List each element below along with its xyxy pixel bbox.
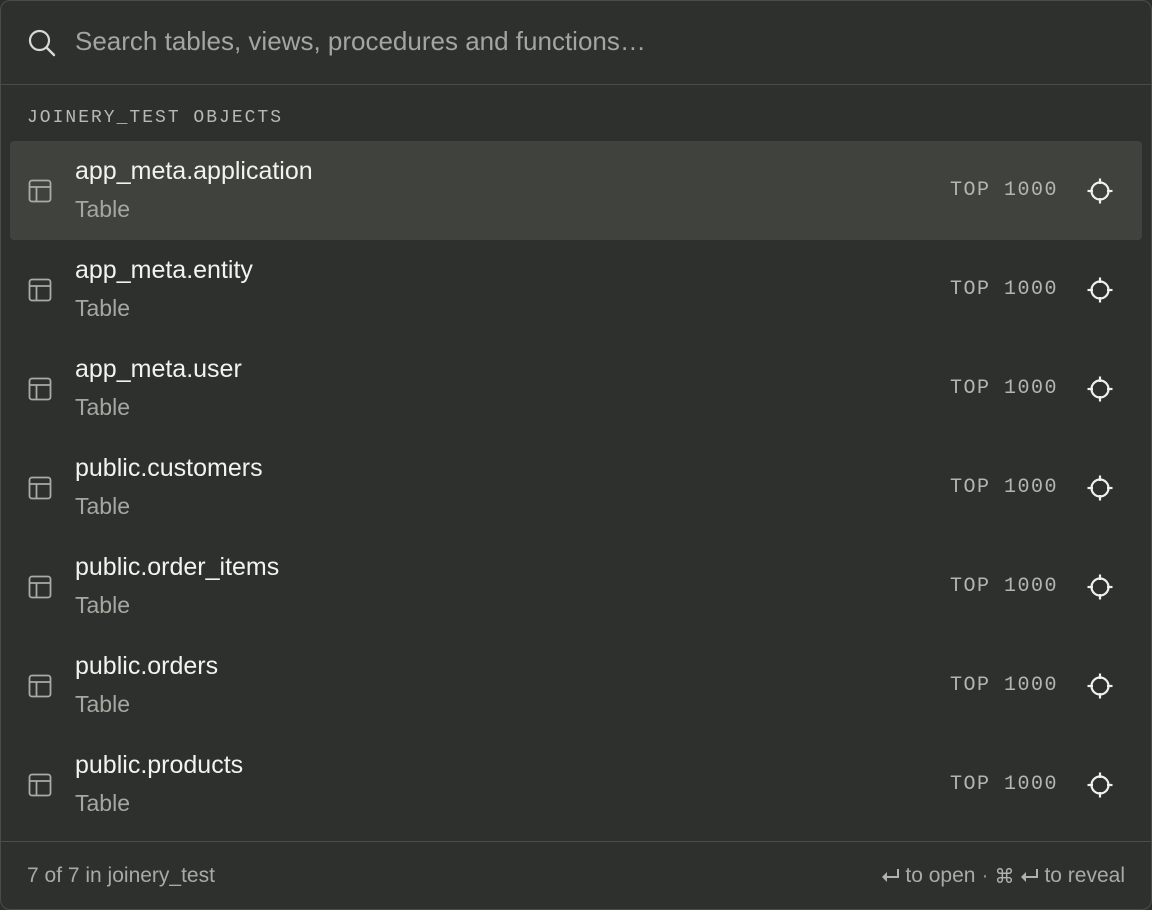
- object-list: app_meta.application Table TOP 1000 app_…: [10, 141, 1142, 834]
- item-kind: Table: [75, 394, 130, 420]
- search-bar: [1, 1, 1151, 85]
- item-kind: Table: [75, 493, 130, 519]
- item-name: app_meta.user: [75, 355, 242, 383]
- table-icon: [28, 278, 52, 302]
- open-hint: to open: [905, 863, 976, 887]
- crosshair-icon[interactable]: [1086, 177, 1114, 205]
- item-kind: Table: [75, 592, 130, 618]
- item-kind: Table: [75, 196, 130, 222]
- item-kind: Table: [75, 691, 130, 717]
- list-item[interactable]: public.orders Table TOP 1000: [10, 636, 1142, 735]
- list-item[interactable]: public.order_items Table TOP 1000: [10, 537, 1142, 636]
- table-icon: [28, 575, 52, 599]
- result-count: 7 of 7 in joinery_test: [27, 863, 215, 887]
- list-item[interactable]: public.products Table TOP 1000: [10, 735, 1142, 834]
- list-item[interactable]: public.customers Table TOP 1000: [10, 438, 1142, 537]
- top-1000-button[interactable]: TOP 1000: [950, 575, 1058, 598]
- top-1000-button[interactable]: TOP 1000: [950, 377, 1058, 400]
- top-1000-button[interactable]: TOP 1000: [950, 476, 1058, 499]
- return-key-icon: [1018, 868, 1040, 884]
- command-key-icon: ⌘: [994, 863, 1015, 888]
- top-1000-button[interactable]: TOP 1000: [950, 674, 1058, 697]
- item-name: app_meta.entity: [75, 256, 253, 284]
- top-1000-button[interactable]: TOP 1000: [950, 773, 1058, 796]
- table-icon: [28, 179, 52, 203]
- item-name: public.customers: [75, 454, 263, 482]
- search-input[interactable]: [75, 26, 1151, 57]
- top-1000-button[interactable]: TOP 1000: [950, 179, 1058, 202]
- section-heading: JOINERY_TEST OBJECTS: [27, 108, 284, 128]
- crosshair-icon[interactable]: [1086, 474, 1114, 502]
- status-footer: 7 of 7 in joinery_test to open · ⌘ to re…: [1, 841, 1151, 909]
- crosshair-icon[interactable]: [1086, 573, 1114, 601]
- keyboard-hints: to open · ⌘ to reveal: [879, 864, 1125, 888]
- crosshair-icon[interactable]: [1086, 771, 1114, 799]
- item-name: public.orders: [75, 652, 219, 680]
- list-item[interactable]: app_meta.user Table TOP 1000: [10, 339, 1142, 438]
- search-icon: [27, 28, 57, 58]
- list-item[interactable]: app_meta.entity Table TOP 1000: [10, 240, 1142, 339]
- return-key-icon: [879, 868, 901, 884]
- top-1000-button[interactable]: TOP 1000: [950, 278, 1058, 301]
- item-name: app_meta.application: [75, 157, 313, 185]
- crosshair-icon[interactable]: [1086, 375, 1114, 403]
- command-palette: JOINERY_TEST OBJECTS app_meta.applicatio…: [0, 0, 1152, 910]
- table-icon: [28, 476, 52, 500]
- table-icon: [28, 773, 52, 797]
- reveal-hint: to reveal: [1044, 863, 1125, 887]
- item-kind: Table: [75, 790, 130, 816]
- item-kind: Table: [75, 295, 130, 321]
- crosshair-icon[interactable]: [1086, 276, 1114, 304]
- item-name: public.products: [75, 751, 244, 779]
- hint-separator: ·: [981, 863, 989, 887]
- list-item[interactable]: app_meta.application Table TOP 1000: [10, 141, 1142, 240]
- table-icon: [28, 674, 52, 698]
- item-name: public.order_items: [75, 553, 280, 581]
- crosshair-icon[interactable]: [1086, 672, 1114, 700]
- table-icon: [28, 377, 52, 401]
